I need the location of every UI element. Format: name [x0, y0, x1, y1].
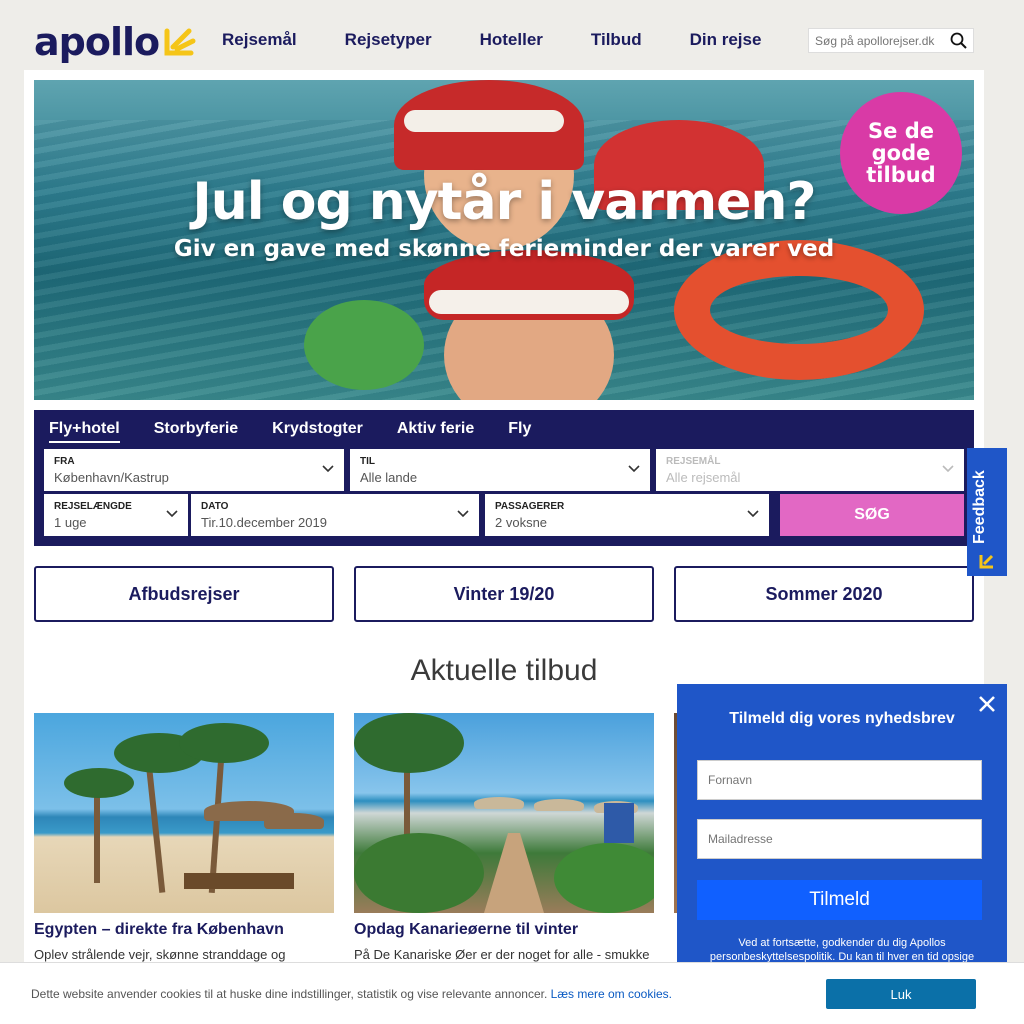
cookie-bar: Dette website anvender cookies til at hu… [0, 962, 1024, 1024]
offer-card[interactable]: Egypten – direkte fra København Oplev st… [34, 713, 334, 962]
chevron-down-icon [322, 465, 334, 473]
offers-badge[interactable]: Se de gode tilbud [840, 92, 962, 214]
duration-select[interactable]: REJSELÆNGDE 1 uge [44, 494, 188, 536]
tab-krydstogter[interactable]: Krydstogter [272, 420, 363, 443]
hero-banner[interactable]: Jul og nytår i varmen? Giv en gave med s… [34, 80, 974, 400]
hero-float-green [304, 300, 424, 390]
cookie-text: Dette website anvender cookies til at hu… [31, 987, 672, 1001]
search-button[interactable]: SØG [780, 494, 964, 536]
hero-hat-rim [429, 290, 629, 314]
newsletter-popup: Tilmeld dig vores nyhedsbrev Tilmeld Ved… [677, 684, 1007, 980]
firstname-field[interactable] [697, 760, 982, 800]
field-value: Alle rejsemål [666, 470, 741, 485]
cookie-more-link[interactable]: Læs mere om cookies. [551, 987, 672, 1001]
field-value: Tir.10.december 2019 [201, 515, 327, 530]
date-select[interactable]: DATO Tir.10.december 2019 [191, 494, 479, 536]
legal-line: Ved at fortsætte, godkender du dig Apoll… [738, 937, 946, 949]
field-label: FRA [54, 456, 75, 467]
hero-subtitle: Giv en gave med skønne ferieminder der v… [173, 236, 835, 262]
offer-description: På De Kanariske Øer er der noget for all… [354, 947, 650, 962]
apollo-sun-icon [979, 554, 994, 569]
feedback-tab[interactable]: Feedback [967, 448, 1007, 576]
category-afbudsrejser[interactable]: Afbudsrejser [34, 566, 334, 622]
tab-aktiv-ferie[interactable]: Aktiv ferie [397, 420, 474, 443]
badge-line: Se de [868, 119, 934, 143]
main-nav: Rejsemål Rejsetyper Hoteller Tilbud Din … [222, 30, 809, 50]
chevron-down-icon [942, 465, 954, 473]
field-label: TIL [360, 456, 375, 467]
field-label: REJSELÆNGDE [54, 501, 132, 512]
nav-item-din-rejse[interactable]: Din rejse [690, 30, 762, 50]
offer-title[interactable]: Opdag Kanarieøerne til vinter [354, 921, 654, 939]
nav-item-tilbud[interactable]: Tilbud [591, 30, 642, 50]
chevron-down-icon [166, 510, 178, 518]
destination-select[interactable]: REJSEMÅL Alle rejsemål [656, 449, 964, 491]
field-value: 1 uge [54, 515, 87, 530]
category-vinter[interactable]: Vinter 19/20 [354, 566, 654, 622]
apollo-sun-icon [164, 28, 196, 56]
passengers-select[interactable]: PASSAGERER 2 voksne [485, 494, 769, 536]
hero-title: Jul og nytår i varmen? [192, 172, 816, 232]
cookie-message: Dette website anvender cookies til at hu… [31, 987, 551, 1001]
nav-item-hoteller[interactable]: Hoteller [480, 30, 543, 50]
chevron-down-icon [628, 465, 640, 473]
tab-fly[interactable]: Fly [508, 420, 531, 443]
offer-image-kanarieoerne [354, 713, 654, 913]
offers-heading: Aktuelle tilbud [410, 654, 598, 687]
offer-image-egypt [34, 713, 334, 913]
to-select[interactable]: TIL Alle lande [350, 449, 650, 491]
feedback-label: Feedback [971, 470, 988, 544]
newsletter-title: Tilmeld dig vores nyhedsbrev [729, 710, 955, 727]
chevron-down-icon [747, 510, 759, 518]
subscribe-button[interactable]: Tilmeld [697, 880, 982, 920]
field-label: REJSEMÅL [666, 456, 721, 467]
nav-item-rejsemaal[interactable]: Rejsemål [222, 30, 297, 50]
newsletter-legal-text: Ved at fortsætte, godkender du dig Apoll… [677, 936, 1007, 964]
chevron-down-icon [457, 510, 469, 518]
trip-search-panel: Fly+hotel Storbyferie Krydstogter Aktiv … [34, 410, 974, 546]
offer-title[interactable]: Egypten – direkte fra København [34, 921, 334, 939]
category-sommer[interactable]: Sommer 2020 [674, 566, 974, 622]
field-label: DATO [201, 501, 229, 512]
field-value: København/Kastrup [54, 470, 169, 485]
offer-card[interactable]: Opdag Kanarieøerne til vinter På De Kana… [354, 713, 654, 962]
email-field[interactable] [697, 819, 982, 859]
hero-hat-rim [404, 110, 564, 132]
logo-text: apollo [34, 20, 160, 64]
nav-item-rejsetyper[interactable]: Rejsetyper [345, 30, 432, 50]
site-header: apollo Rejsemål Rejsetyper Hoteller Tilb… [24, 0, 984, 72]
badge-line: gode [871, 141, 931, 165]
from-select[interactable]: FRA København/Kastrup [44, 449, 344, 491]
search-icon[interactable] [949, 31, 969, 51]
cookie-close-button[interactable]: Luk [826, 979, 976, 1009]
field-value: Alle lande [360, 470, 418, 485]
apollo-logo[interactable]: apollo [34, 20, 197, 64]
trip-type-tabs: Fly+hotel Storbyferie Krydstogter Aktiv … [49, 420, 565, 443]
field-value: 2 voksne [495, 515, 548, 530]
tab-storbyferie[interactable]: Storbyferie [154, 420, 238, 443]
site-search [808, 28, 974, 53]
search-input[interactable] [809, 33, 945, 48]
field-label: PASSAGERER [495, 501, 565, 512]
tab-fly-hotel[interactable]: Fly+hotel [49, 420, 120, 443]
badge-line: tilbud [866, 163, 936, 187]
offer-description: Oplev strålende vejr, skønne stranddage … [34, 947, 286, 962]
